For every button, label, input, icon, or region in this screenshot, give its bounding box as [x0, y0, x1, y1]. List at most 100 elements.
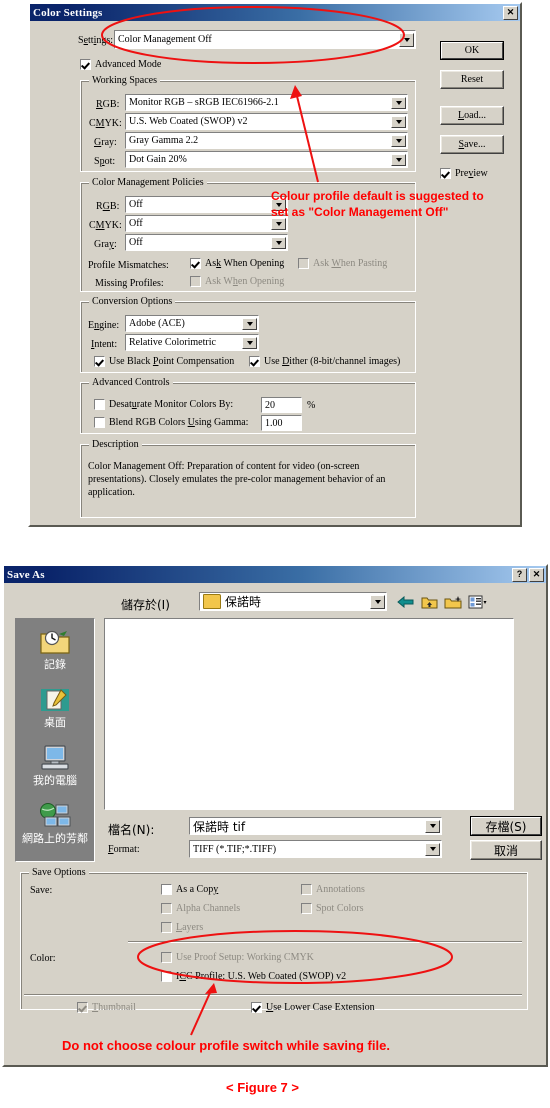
sidebar-item-history[interactable]: 記錄	[18, 622, 92, 672]
chevron-down-icon[interactable]	[399, 32, 414, 47]
filename-input[interactable]: 保諾時 tif	[189, 817, 442, 835]
icc-profile-checkbox[interactable]: ICC Profile: U.S. Web Coated (SWOP) v2	[161, 971, 346, 982]
alpha-channels-checkbox: Alpha Channels	[161, 903, 240, 914]
blend-label: Blend RGB Colors Using Gamma:	[109, 417, 249, 428]
save-confirm-button[interactable]: 存檔(S)	[470, 816, 542, 836]
chevron-down-icon[interactable]	[391, 115, 406, 128]
pol-rgb-combo[interactable]: Off	[125, 196, 288, 213]
chevron-down-icon[interactable]	[391, 134, 406, 147]
close-icon[interactable]: ✕	[503, 5, 518, 20]
lower-case-extension-checkbox[interactable]: Use Lower Case Extension	[251, 1002, 375, 1013]
help-icon[interactable]: ?	[512, 567, 527, 582]
checkbox-box	[298, 258, 309, 269]
checkbox-box	[80, 59, 91, 70]
save-as-dialog: Save As ? ✕ 儲存於(I) 保諾時 記錄 桌面 我的電腦 網路上的芳鄰…	[2, 564, 548, 1067]
conversion-caption: Conversion Options	[89, 296, 176, 307]
as-a-copy-checkbox[interactable]: As a Copy	[161, 884, 218, 895]
use-proof-setup-label: Use Proof Setup: Working CMYK	[176, 952, 314, 963]
desktop-icon	[18, 680, 92, 714]
desaturate-input[interactable]: 20	[261, 397, 302, 413]
chevron-down-icon[interactable]	[271, 217, 286, 230]
folder-up-glyph	[421, 597, 437, 608]
blend-gamma-input[interactable]: 1.00	[261, 415, 302, 431]
load-button[interactable]: Load...	[440, 106, 504, 125]
pol-gray-label: Gray:	[94, 239, 117, 250]
close-icon[interactable]: ✕	[529, 567, 544, 582]
save-label: Save...	[458, 139, 486, 150]
sidebar-item-desktop[interactable]: 桌面	[18, 680, 92, 730]
back-icon[interactable]	[394, 592, 416, 612]
sidebar-item-my-computer-label: 我的電腦	[33, 774, 77, 787]
file-list[interactable]	[104, 618, 514, 810]
pol-rgb-value: Off	[129, 199, 143, 210]
chevron-down-icon[interactable]	[425, 842, 440, 856]
checkbox-box	[94, 399, 105, 410]
checkbox-box	[301, 903, 312, 914]
chevron-down-icon[interactable]	[242, 317, 257, 330]
new-folder-glyph	[444, 595, 461, 608]
chevron-down-icon[interactable]	[391, 96, 406, 109]
cancel-button[interactable]: 取消	[470, 840, 542, 860]
save-button[interactable]: Save...	[440, 135, 504, 154]
mismatch-ask-pasting-label: Ask When Pasting	[313, 258, 388, 269]
annotation-color-settings-line1: Colour profile default is suggested to	[271, 189, 484, 203]
icc-profile-label: ICC Profile: U.S. Web Coated (SWOP) v2	[176, 971, 347, 982]
reset-label: Reset	[460, 74, 484, 85]
format-combo[interactable]: TIFF (*.TIF;*.TIFF)	[189, 840, 442, 858]
load-label: Load...	[457, 110, 487, 121]
save-as-titlebar[interactable]: Save As ? ✕	[4, 566, 546, 583]
format-value: TIFF (*.TIF;*.TIFF)	[193, 843, 277, 855]
advanced-mode-checkbox[interactable]: Advanced Mode	[80, 59, 161, 70]
chevron-down-icon[interactable]	[242, 336, 257, 349]
use-dither-checkbox[interactable]: Use Dither (8-bit/channel images)	[249, 356, 400, 367]
sidebar-item-network[interactable]: 網路上的芳鄰	[18, 796, 92, 846]
save-row-label: Save:	[30, 885, 53, 896]
settings-combo[interactable]: Color Management Off	[114, 30, 416, 49]
preview-checkbox[interactable]: Preview	[440, 168, 488, 179]
ok-button[interactable]: OK	[440, 41, 504, 60]
mismatch-ask-opening-checkbox[interactable]: Ask When Opening	[190, 258, 284, 269]
checkbox-box	[161, 922, 172, 933]
chevron-down-icon[interactable]	[391, 153, 406, 166]
thumbnail-label: Thumbnail	[92, 1002, 136, 1013]
chevron-down-icon[interactable]	[370, 594, 385, 609]
pol-cmyk-combo[interactable]: Off	[125, 215, 288, 232]
color-settings-titlebar[interactable]: Color Settings ✕	[30, 4, 520, 21]
ws-cmyk-combo[interactable]: U.S. Web Coated (SWOP) v2	[125, 113, 408, 130]
intent-label: Intent:	[91, 339, 118, 350]
ws-gray-label: Gray:	[94, 137, 117, 148]
sidebar-item-my-computer[interactable]: 我的電腦	[18, 738, 92, 788]
format-label: Format:	[108, 844, 140, 855]
description-caption: Description	[89, 439, 142, 450]
blend-rgb-gamma-checkbox[interactable]: Blend RGB Colors Using Gamma:	[94, 417, 248, 428]
checkbox-box	[190, 258, 201, 269]
engine-combo[interactable]: Adobe (ACE)	[125, 315, 259, 332]
view-menu-icon[interactable]	[466, 592, 488, 612]
pol-cmyk-value: Off	[129, 218, 143, 229]
ws-gray-combo[interactable]: Gray Gamma 2.2	[125, 132, 408, 149]
checkbox-box	[77, 1002, 88, 1013]
intent-combo[interactable]: Relative Colorimetric	[125, 334, 259, 351]
save-in-value: 保諾時	[225, 595, 262, 609]
working-spaces-caption: Working Spaces	[89, 75, 161, 86]
reset-button[interactable]: Reset	[440, 70, 504, 89]
pol-gray-combo[interactable]: Off	[125, 234, 288, 251]
new-folder-icon[interactable]	[442, 592, 464, 612]
checkbox-box	[249, 356, 260, 367]
up-one-level-icon[interactable]	[418, 592, 440, 612]
ok-label: OK	[441, 42, 503, 59]
back-arrow-glyph	[396, 596, 413, 608]
save-in-combo[interactable]: 保諾時	[199, 592, 387, 611]
desaturate-monitor-colors-checkbox[interactable]: Desaturate Monitor Colors By:	[94, 399, 233, 410]
pol-rgb-label: RGB:	[96, 201, 120, 212]
alpha-channels-label: Alpha Channels	[176, 903, 241, 914]
ws-spot-combo[interactable]: Dot Gain 20%	[125, 151, 408, 168]
color-row-label: Color:	[30, 953, 56, 964]
annotations-checkbox: Annotations	[301, 884, 365, 895]
chevron-down-icon[interactable]	[271, 236, 286, 249]
desaturate-value: 20	[265, 399, 275, 411]
black-point-compensation-checkbox[interactable]: Use Black Point Compensation	[94, 356, 234, 367]
ws-rgb-combo[interactable]: Monitor RGB – sRGB IEC61966-2.1	[125, 94, 408, 111]
pol-gray-value: Off	[129, 237, 143, 248]
chevron-down-icon[interactable]	[425, 819, 440, 833]
